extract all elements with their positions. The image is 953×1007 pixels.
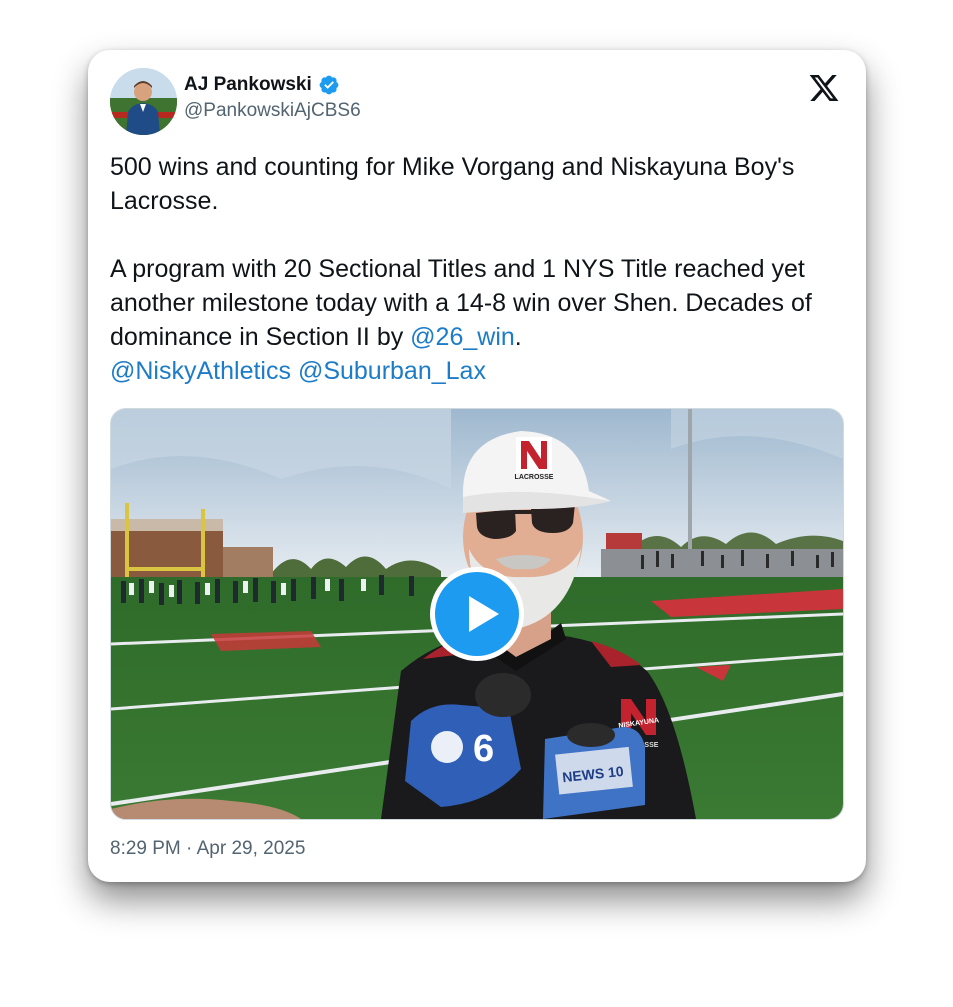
tweet-text: 500 wins and counting for Mike Vorgang a… xyxy=(110,150,850,388)
x-logo-icon[interactable] xyxy=(808,72,840,104)
author-handle[interactable]: @PankowskiAjCBS6 xyxy=(184,100,361,122)
display-name-row: AJ Pankowski xyxy=(184,74,361,96)
mic1-text: 6 xyxy=(473,728,494,770)
avatar-photo-icon xyxy=(110,68,177,135)
mention-punct: . xyxy=(514,323,522,351)
mention-suburban-lax[interactable]: @Suburban_Lax xyxy=(298,357,486,385)
tweet-timestamp[interactable]: 8:29 PM · Apr 29, 2025 xyxy=(110,838,305,860)
cap-logo-text: LACROSSE xyxy=(515,474,554,481)
tweet-paragraph-1: 500 wins and counting for Mike Vorgang a… xyxy=(110,153,795,215)
avatar[interactable] xyxy=(110,68,177,135)
verified-badge-icon xyxy=(318,74,340,96)
author-names: AJ Pankowski @PankowskiAjCBS6 xyxy=(184,74,361,122)
tweet-paragraph-2: A program with 20 Sectional Titles and 1… xyxy=(110,252,850,388)
play-button[interactable] xyxy=(430,567,524,661)
mention-26-win[interactable]: @26_win xyxy=(410,323,515,351)
display-name[interactable]: AJ Pankowski xyxy=(184,74,312,96)
play-icon xyxy=(435,572,519,656)
video-thumbnail[interactable]: LACROSSE NISKAYUNA LACROSSE 6 NEWS 10 xyxy=(110,408,844,820)
tweet-header: AJ Pankowski @PankowskiAjCBS6 xyxy=(110,68,844,138)
mention-nisky-athletics[interactable]: @NiskyAthletics xyxy=(110,357,291,385)
tweet-card: AJ Pankowski @PankowskiAjCBS6 500 wins a… xyxy=(88,50,866,882)
